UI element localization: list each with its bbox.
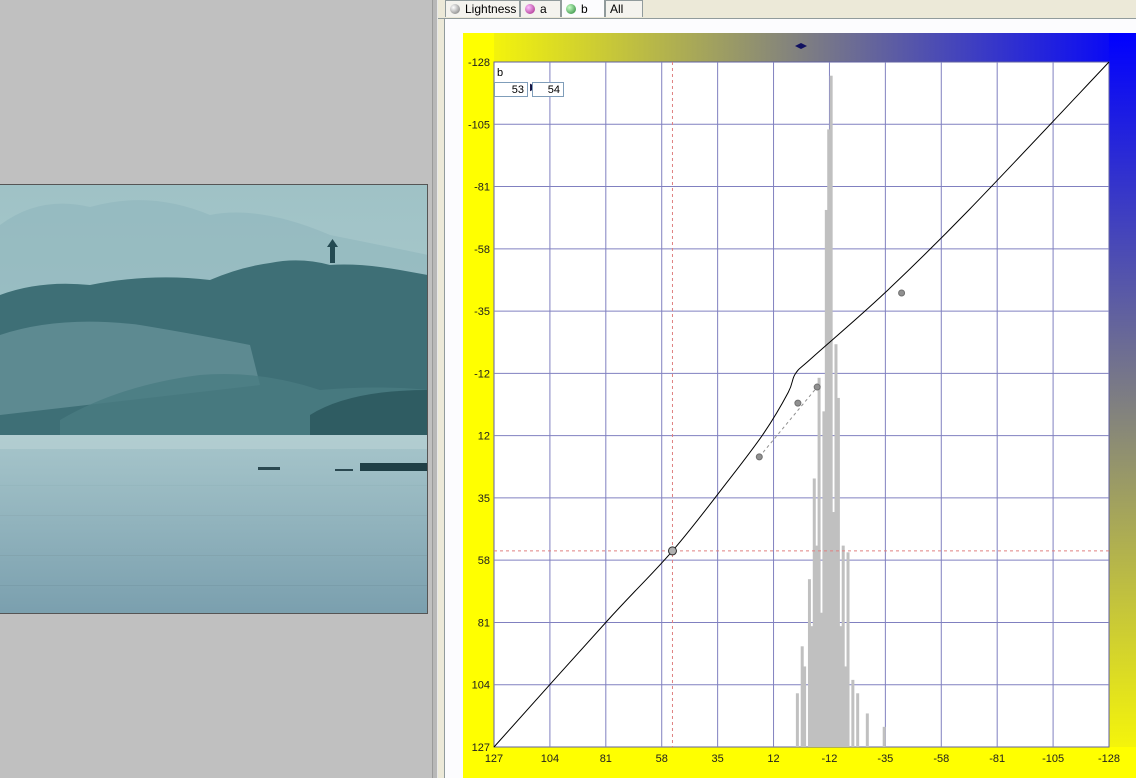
channel-tab-bar: Lightness a b All <box>438 0 1136 19</box>
channel-label: b <box>497 67 504 79</box>
x-tick-label: -105 <box>1042 753 1064 765</box>
y-tick-label: -58 <box>474 244 490 256</box>
right-gradient-bar <box>1109 33 1136 778</box>
control-point[interactable] <box>813 383 821 391</box>
landscape-photo-image <box>0 185 427 613</box>
x-tick-label: 58 <box>656 753 668 765</box>
output-value-field[interactable]: 54 <box>532 82 564 97</box>
y-tick-label: -35 <box>474 306 490 318</box>
tab-label: Lightness <box>465 2 517 16</box>
control-point[interactable] <box>898 289 906 297</box>
y-tick-label: -81 <box>474 182 490 194</box>
green-ball-icon <box>566 3 576 14</box>
tab-b[interactable]: b <box>561 0 605 17</box>
left-axis-bar <box>463 33 494 778</box>
y-tick-label: 81 <box>478 617 490 629</box>
input-value-field[interactable]: 53 <box>494 82 528 97</box>
magenta-ball-icon <box>525 4 535 14</box>
y-tick-label: 127 <box>472 742 490 754</box>
x-tick-label: -35 <box>877 753 893 765</box>
histogram-bar <box>803 666 807 747</box>
y-tick-label: -128 <box>468 57 490 69</box>
x-tick-label: 81 <box>600 753 612 765</box>
histogram-bar <box>856 693 860 747</box>
y-tick-label: 35 <box>478 493 490 505</box>
tab-a[interactable]: a <box>520 0 561 17</box>
image-preview-pane <box>0 0 432 778</box>
gray-ball-icon <box>450 4 460 14</box>
tab-label: b <box>581 1 588 16</box>
curve-chart[interactable]: 127 104 81 58 35 12 -12 -35 -58 -81 -105 -128 -128 -… <box>445 19 1136 778</box>
control-point[interactable] <box>755 453 763 461</box>
histogram-bar <box>865 713 869 747</box>
tab-label: a <box>540 2 547 16</box>
curves-pane: Lightness a b All 127 104 81 58 35 12 -1… <box>438 0 1136 778</box>
histogram-bar <box>846 552 850 747</box>
x-tick-label: -128 <box>1098 753 1120 765</box>
x-tick-label: 35 <box>712 753 724 765</box>
histogram-bar <box>851 679 855 747</box>
x-tick-label: -58 <box>933 753 949 765</box>
control-point[interactable] <box>794 399 802 407</box>
curve-editor-panel: 127 104 81 58 35 12 -12 -35 -58 -81 -105 -128 -128 -… <box>444 19 1136 778</box>
y-tick-label: -105 <box>468 119 490 131</box>
x-tick-label: 12 <box>767 753 779 765</box>
bottom-axis-bar <box>463 747 1136 778</box>
tab-all[interactable]: All <box>605 0 643 17</box>
y-tick-label: 104 <box>472 680 490 692</box>
x-tick-label: 127 <box>485 753 503 765</box>
y-tick-label: 12 <box>478 431 490 443</box>
y-tick-label: -12 <box>474 368 490 380</box>
x-tick-label: -12 <box>822 753 838 765</box>
photo-preview <box>0 184 428 614</box>
y-tick-label: 58 <box>478 555 490 567</box>
tab-lightness[interactable]: Lightness <box>445 0 520 17</box>
x-tick-label: 104 <box>541 753 559 765</box>
x-tick-label: -81 <box>989 753 1005 765</box>
tab-label: All <box>610 2 624 16</box>
histogram-bar <box>795 693 799 747</box>
control-point[interactable] <box>667 546 677 556</box>
histogram-bar <box>882 726 886 747</box>
